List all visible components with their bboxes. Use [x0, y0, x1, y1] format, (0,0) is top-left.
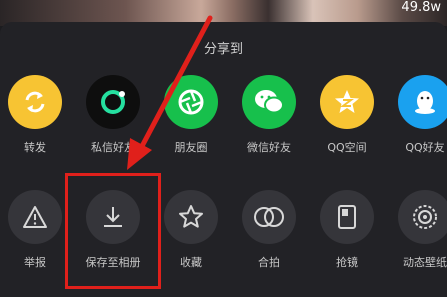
pointer-arrow-icon: [127, 15, 213, 170]
